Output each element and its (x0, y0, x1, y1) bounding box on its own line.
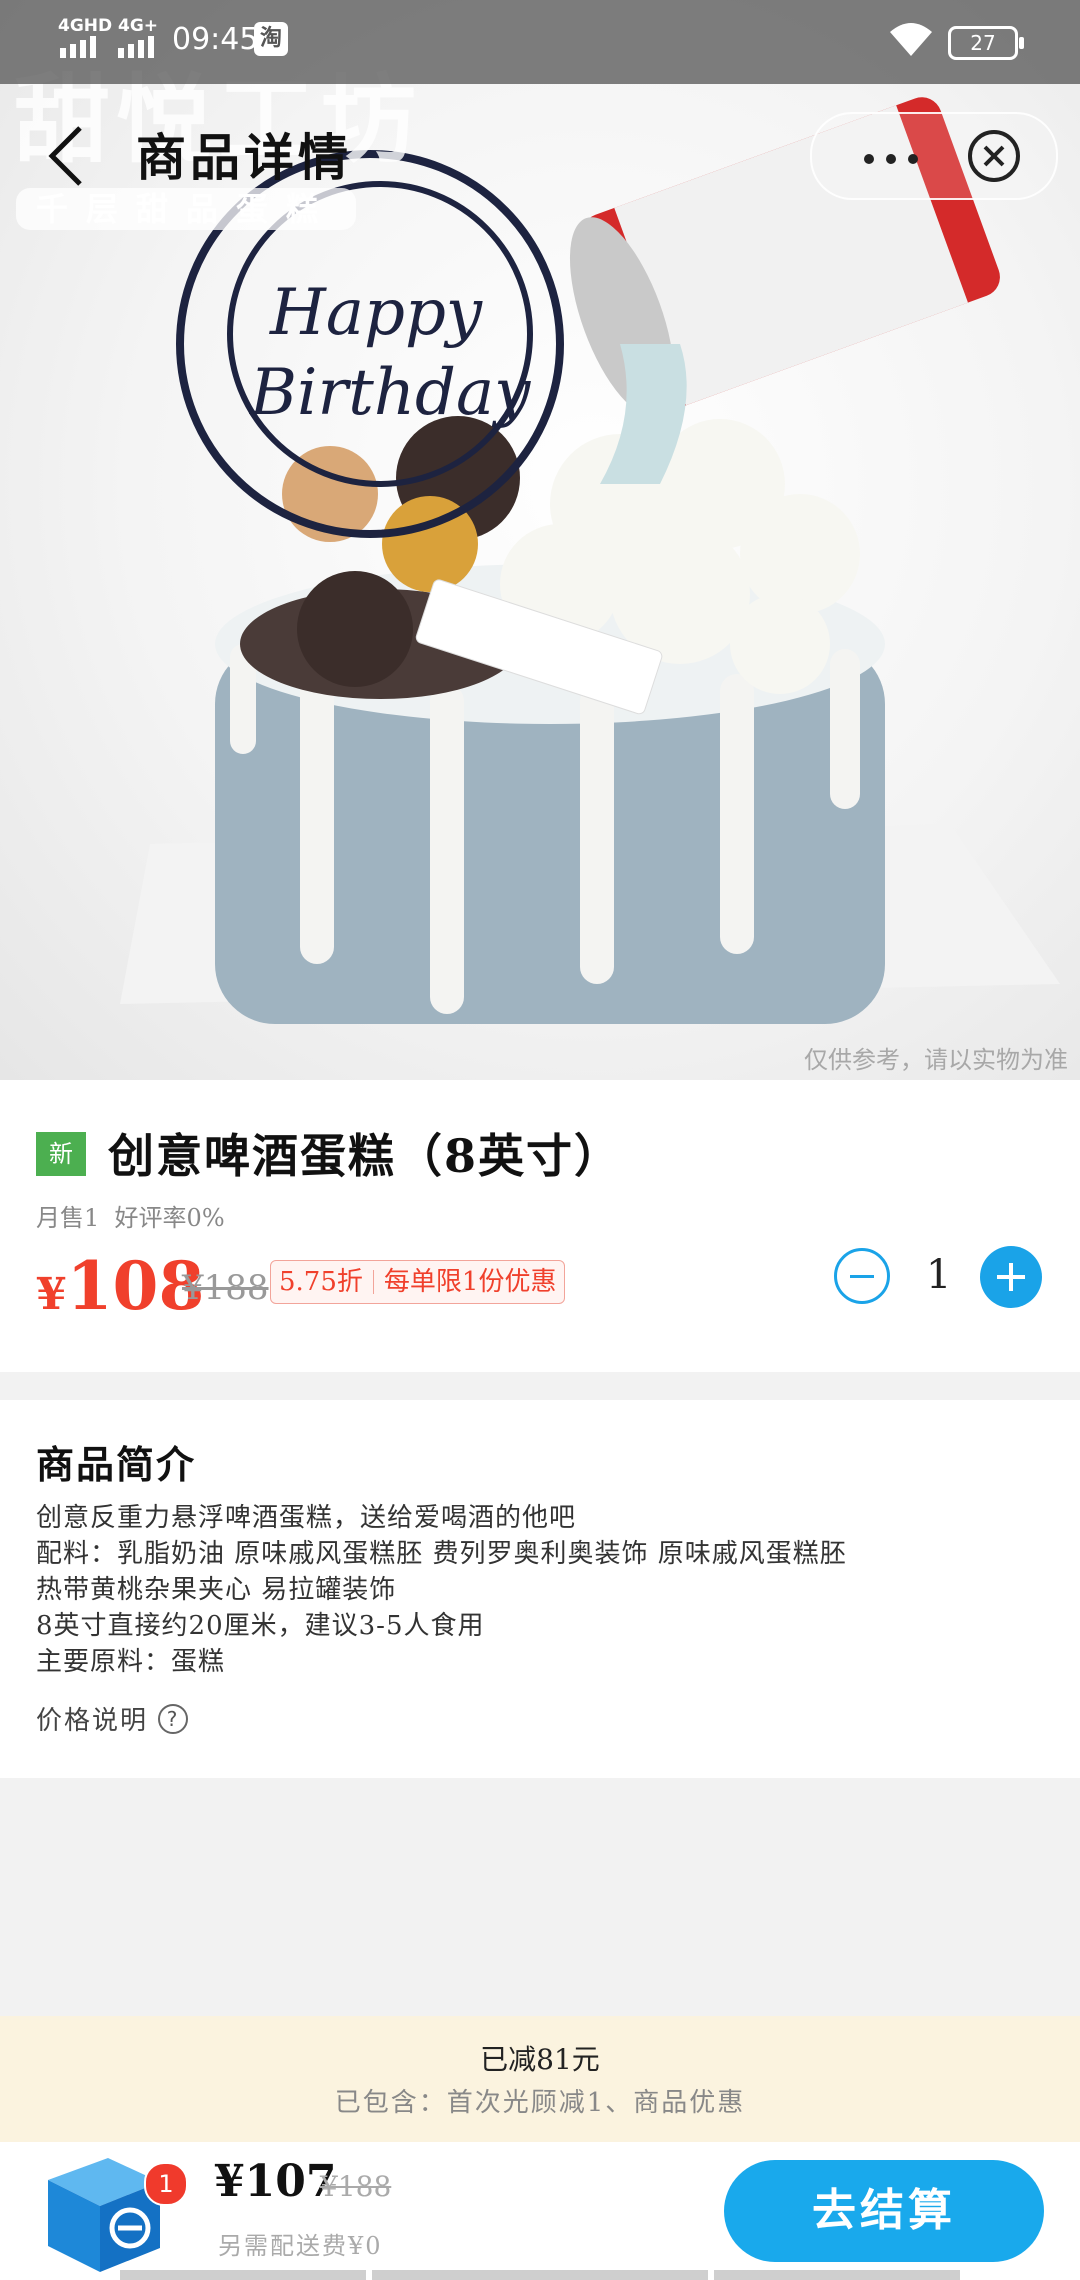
close-button[interactable] (966, 128, 1022, 184)
description-line: 配料：乳脂奶油 原味戚风蛋糕胚 费列罗奥利奥装饰 原味戚风蛋糕胚 (36, 1539, 847, 1569)
product-title: 创意啤酒蛋糕（8英寸） (108, 1129, 623, 1183)
home-indicator (120, 2270, 366, 2280)
quantity-decrease-button[interactable] (834, 1248, 890, 1304)
description-line: 主要原料：蛋糕 (36, 1647, 226, 1677)
discount-amount: 已减81元 (480, 2043, 600, 2076)
description-text: 创意反重力悬浮啤酒蛋糕，送给爱喝酒的他吧 配料：乳脂奶油 原味戚风蛋糕胚 费列罗… (36, 1500, 1056, 1680)
product-image[interactable]: Happy Birthday 甜悦工坊 千层甜品蛋糕 仅供参考，请以实物为准 4… (0, 0, 1080, 1080)
quantity-increase-button[interactable] (980, 1246, 1042, 1308)
home-indicator (714, 2270, 960, 2280)
page-title: 商品详情 (136, 128, 352, 187)
svg-text:Birthday: Birthday (249, 356, 531, 430)
new-badge: 新 (36, 1132, 86, 1176)
description-line: 8英寸直接约20厘米，建议3-5人食用 (36, 1611, 485, 1641)
wifi-icon (890, 23, 932, 56)
clock: 09:45 (172, 22, 259, 57)
original-price: ¥188 (182, 1268, 269, 1308)
current-price: ¥108 (36, 1246, 204, 1335)
monthly-sales: 月售1 (36, 1204, 100, 1232)
help-icon[interactable]: ? (158, 1703, 189, 1734)
more-button[interactable] (836, 132, 946, 180)
price-explanation-label: 价格说明 (36, 1706, 149, 1736)
product-info-card: 新 创意啤酒蛋糕（8英寸） 月售1 好评率0% ¥108 ¥188 5.75折 … (0, 1080, 1080, 1372)
cart-count-badge: 1 (144, 2162, 188, 2206)
discount-summary-bar: 已减81元 已包含：首次光顾减1、商品优惠 (0, 2016, 1080, 2142)
description-line: 热带黄桃杂果夹心 易拉罐装饰 (36, 1575, 397, 1605)
battery-icon: 27 (948, 26, 1024, 60)
signal-icon-2 (118, 36, 154, 58)
network-label-2: 4G+ (118, 16, 159, 36)
product-description-card: 商品简介 创意反重力悬浮啤酒蛋糕，送给爱喝酒的他吧 配料：乳脂奶油 原味戚风蛋糕… (0, 1400, 1080, 1778)
description-heading: 商品简介 (36, 1442, 197, 1487)
signal-icon (60, 36, 96, 58)
chevron-left-icon (48, 126, 82, 186)
price-explanation-link[interactable]: 价格说明 ? (36, 1700, 189, 1737)
discount-details: 已包含：首次光顾减1、商品优惠 (334, 2088, 746, 2118)
status-bar: 4GHD 4G+ 09:45 淘 27 (0, 0, 1080, 84)
cart-original-price: ¥188 (320, 2170, 392, 2203)
more-dots-icon (864, 154, 874, 164)
mini-program-capsule (810, 112, 1058, 200)
delivery-fee: 另需配送费¥0 (218, 2232, 383, 2260)
back-button[interactable] (40, 118, 100, 194)
discount-rate: 5.75折 (279, 1267, 363, 1297)
currency-symbol: ¥ (36, 1269, 67, 1320)
cart-total-price: ¥107 (214, 2156, 337, 2207)
rating: 好评率0% (114, 1204, 225, 1232)
cart-bar: 1 ¥107 ¥188 另需配送费¥0 去结算 (0, 2142, 1080, 2280)
promo-tag: 5.75折 每单限1份优惠 (270, 1260, 566, 1304)
image-disclaimer: 仅供参考，请以实物为准 (804, 1046, 1068, 1074)
svg-text:Happy: Happy (269, 276, 483, 350)
home-indicator (372, 2270, 708, 2280)
quantity-value: 1 (926, 1252, 952, 1298)
cake-illustration: Happy Birthday (120, 97, 1060, 1024)
watermark-subtitle: 千层甜品蛋糕 (16, 188, 356, 230)
checkout-button[interactable]: 去结算 (724, 2160, 1044, 2262)
description-line: 创意反重力悬浮啤酒蛋糕，送给爱喝酒的他吧 (36, 1503, 577, 1533)
taobao-notification-icon: 淘 (254, 22, 288, 56)
purchase-limit: 每单限1份优惠 (383, 1267, 557, 1297)
network-label-1: 4GHD (58, 16, 113, 36)
sales-info: 月售1 好评率0% (36, 1198, 225, 1233)
